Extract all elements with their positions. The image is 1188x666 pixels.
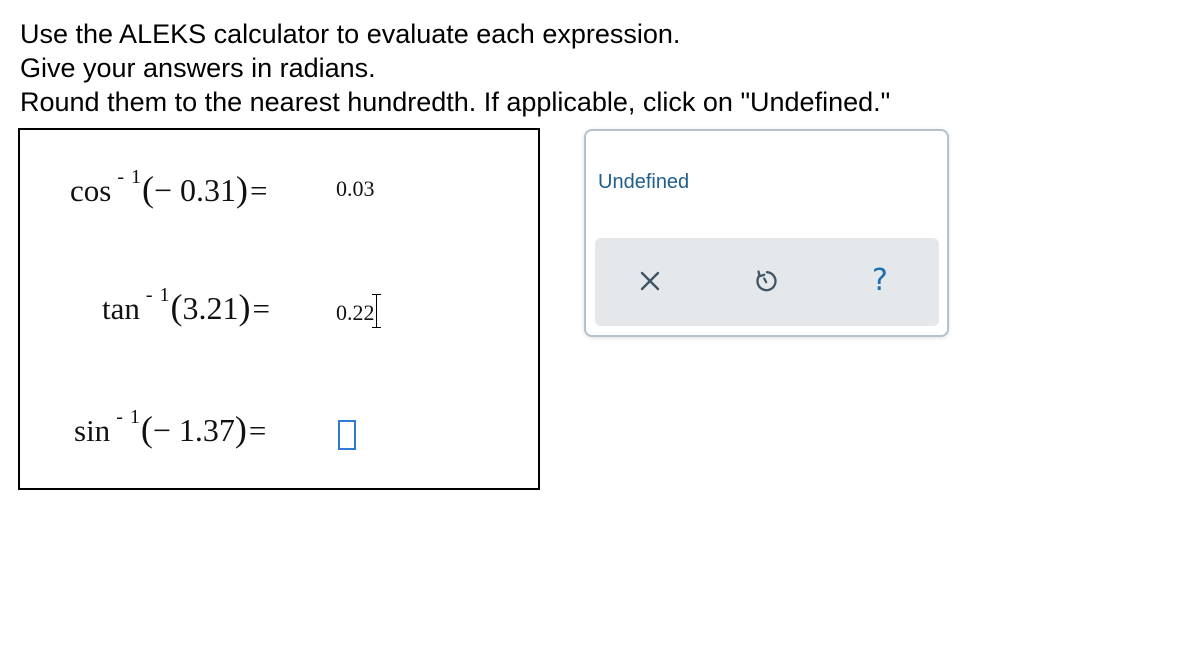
open-paren: ( — [170, 287, 183, 327]
argument: 3.21 — [182, 290, 239, 326]
action-bar: ? — [595, 238, 939, 326]
close-paren: ) — [236, 169, 249, 209]
expression-sin: sin - 1(− 1.37)= — [74, 406, 267, 450]
tool-panel: Undefined ? — [584, 129, 949, 337]
answer-field-cos[interactable]: 0.03 — [336, 176, 375, 202]
expression-tan: tan - 1(3.21)= — [102, 284, 271, 328]
close-paren: ) — [234, 409, 247, 449]
answer-value: 0.03 — [336, 176, 375, 201]
argument: − 0.31 — [154, 172, 237, 208]
inverse-superscript: - 1 — [116, 406, 141, 428]
open-paren: ( — [140, 409, 153, 449]
equals-sign: = — [252, 291, 271, 326]
close-paren: ) — [238, 287, 251, 327]
answer-field-tan[interactable]: 0.22 — [336, 294, 381, 328]
instruction-line-1: Use the ALEKS calculator to evaluate eac… — [20, 19, 681, 49]
problem-box: cos - 1(− 0.31)= 0.03 tan - 1(3.21)= 0.22 … — [18, 128, 540, 490]
instructions: Use the ALEKS calculator to evaluate eac… — [20, 17, 890, 119]
instruction-line-2: Give your answers in radians. — [20, 53, 376, 83]
inverse-superscript: - 1 — [145, 284, 171, 306]
function-name: cos — [70, 173, 112, 208]
help-icon: ? — [872, 263, 888, 298]
text-cursor — [371, 294, 381, 328]
answer-value: 0.22 — [336, 300, 375, 325]
equals-sign: = — [250, 173, 268, 208]
function-name: tan — [102, 291, 140, 326]
function-name: sin — [74, 413, 111, 448]
equals-sign: = — [248, 413, 267, 448]
instruction-line-3: Round them to the nearest hundredth. If … — [20, 87, 891, 117]
answer-field-sin[interactable] — [338, 420, 356, 450]
help-button[interactable]: ? — [863, 264, 897, 298]
undefined-button[interactable]: Undefined — [596, 169, 691, 196]
inverse-superscript: - 1 — [117, 166, 142, 188]
expression-cos: cos - 1(− 0.31)= — [70, 166, 268, 210]
argument: − 1.37 — [152, 412, 235, 448]
clear-button[interactable] — [633, 264, 667, 298]
undo-button[interactable] — [748, 264, 782, 298]
open-paren: ( — [142, 169, 154, 209]
undo-icon — [751, 267, 779, 295]
close-icon — [639, 270, 661, 292]
